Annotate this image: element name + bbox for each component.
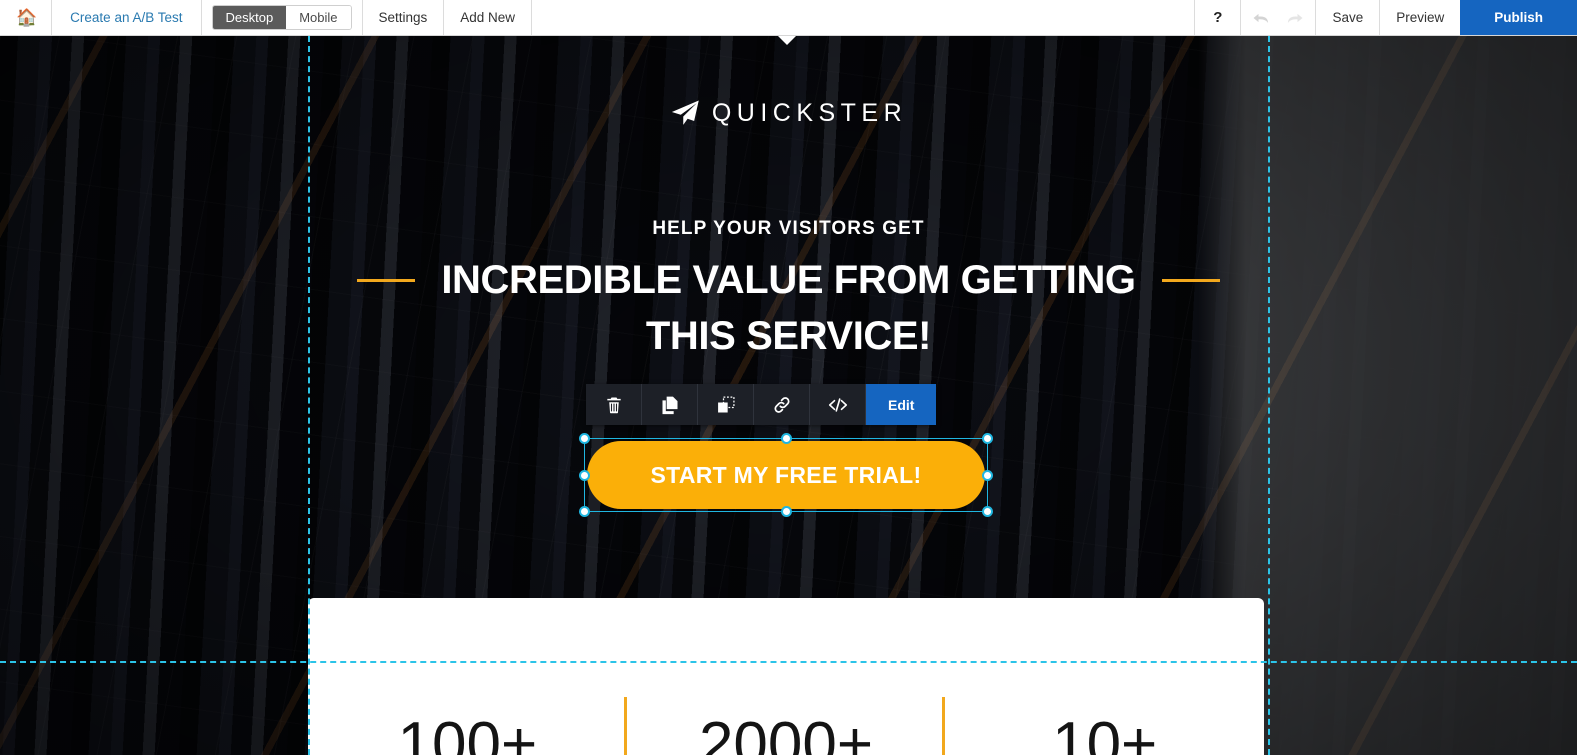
- headline-line-2: THIS SERVICE!: [645, 314, 932, 358]
- headline-line-1-row: INCREDIBLE VALUE FROM GETTING: [0, 254, 1577, 306]
- home-button[interactable]: 🏠: [0, 0, 51, 35]
- resize-handle-middle-left[interactable]: [579, 470, 590, 481]
- resize-handle-bottom-right[interactable]: [982, 506, 993, 517]
- code-icon[interactable]: [810, 384, 866, 425]
- headline-rule-left: [357, 278, 416, 282]
- add-new-button[interactable]: Add New: [444, 0, 531, 35]
- tab-desktop[interactable]: Desktop: [212, 6, 287, 29]
- move-icon[interactable]: [698, 384, 754, 425]
- stat-item[interactable]: 10+: [945, 661, 1264, 755]
- delete-icon[interactable]: [586, 384, 642, 425]
- home-icon: 🏠: [16, 8, 38, 27]
- headline-rule-right: [1161, 278, 1220, 282]
- stat-value: 2000+: [698, 709, 874, 755]
- toolbar-divider: [200, 0, 202, 35]
- hero-headline[interactable]: INCREDIBLE VALUE FROM GETTING THIS SERVI…: [0, 254, 1577, 362]
- element-toolbar: Edit: [586, 384, 937, 425]
- headline-line-1: INCREDIBLE VALUE FROM GETTING: [441, 258, 1136, 302]
- section-guide-left: [308, 36, 310, 755]
- create-ab-test-link[interactable]: Create an A/B Test: [52, 0, 200, 35]
- resize-handle-top-center[interactable]: [781, 433, 792, 444]
- resize-handle-bottom-left[interactable]: [579, 506, 590, 517]
- resize-handle-bottom-center[interactable]: [781, 506, 792, 517]
- stat-item[interactable]: 2000+: [627, 661, 946, 755]
- redo-arrow-icon[interactable]: [1285, 8, 1305, 28]
- cta-button[interactable]: START MY FREE TRIAL!: [587, 441, 985, 509]
- undo-redo-group: [1241, 0, 1315, 35]
- paper-plane-icon: [670, 98, 700, 128]
- edit-button[interactable]: Edit: [866, 384, 937, 425]
- section-guide-right: [1268, 36, 1270, 755]
- publish-button[interactable]: Publish: [1460, 0, 1577, 35]
- editor-toolbar: 🏠 Create an A/B Test Desktop Mobile Sett…: [0, 0, 1577, 36]
- page-canvas[interactable]: QUICKSTER HELP YOUR VISITORS GET INCREDI…: [0, 36, 1577, 755]
- stat-item[interactable]: 100+: [308, 661, 627, 755]
- resize-handle-top-left[interactable]: [579, 433, 590, 444]
- tab-mobile[interactable]: Mobile: [286, 6, 351, 29]
- link-icon[interactable]: [754, 384, 810, 425]
- undo-arrow-icon[interactable]: [1251, 8, 1271, 28]
- logo-text: QUICKSTER: [711, 98, 908, 127]
- save-button[interactable]: Save: [1316, 0, 1379, 35]
- site-logo[interactable]: QUICKSTER: [0, 98, 1577, 128]
- cta-selection-box[interactable]: START MY FREE TRIAL!: [579, 433, 993, 517]
- section-marker-icon: [778, 36, 796, 45]
- device-toggle-group: Desktop Mobile: [211, 5, 352, 30]
- help-button[interactable]: ?: [1195, 0, 1240, 35]
- section-guide-horizontal: [0, 661, 1577, 663]
- stat-value: 10+: [1052, 709, 1158, 755]
- preview-button[interactable]: Preview: [1380, 0, 1460, 35]
- resize-handle-middle-right[interactable]: [982, 470, 993, 481]
- stats-section[interactable]: 100+ 2000+ 10+: [308, 661, 1264, 755]
- settings-button[interactable]: Settings: [363, 0, 444, 35]
- duplicate-icon[interactable]: [642, 384, 698, 425]
- hero-eyebrow[interactable]: HELP YOUR VISITORS GET: [0, 218, 1577, 240]
- resize-handle-top-right[interactable]: [982, 433, 993, 444]
- stat-value: 100+: [397, 709, 538, 755]
